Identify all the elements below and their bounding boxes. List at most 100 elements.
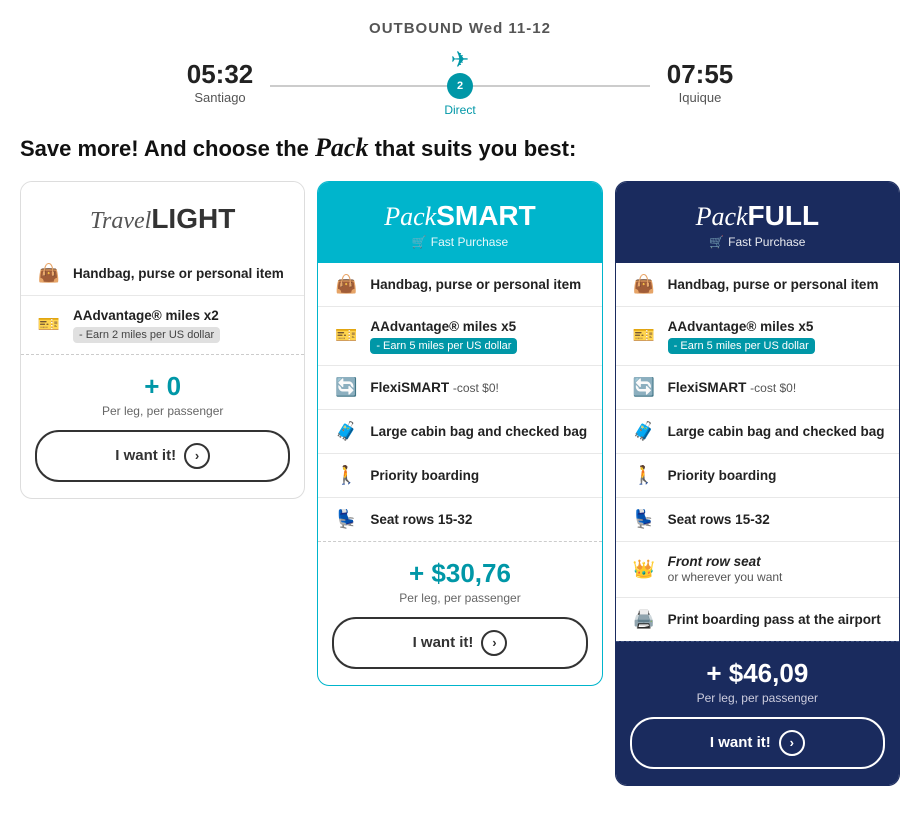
feature-flexi-smart: 🔄 FlexiSMART -cost $0! bbox=[318, 366, 601, 410]
feature-seat-full: 💺 Seat rows 15-32 bbox=[616, 498, 899, 542]
card-full-title: PackFULL bbox=[696, 200, 820, 232]
bag-text-smart: Large cabin bag and checked bag bbox=[370, 423, 587, 441]
headline-part1: Save more! And choose the bbox=[20, 136, 315, 161]
priority-text-smart: Priority boarding bbox=[370, 467, 479, 485]
card-light-footer: + 0 Per leg, per passenger I want it! › bbox=[21, 354, 304, 498]
boardingpass-text-full: Print boarding pass at the airport bbox=[668, 611, 881, 629]
miles-icon-smart: 🎫 bbox=[332, 325, 360, 346]
flight-header: OUTBOUND Wed 11-12 05:32 Santiago ✈ 2 Di… bbox=[20, 20, 900, 117]
per-leg-full: Per leg, per passenger bbox=[630, 691, 885, 705]
fast-purchase-label-full: Fast Purchase bbox=[728, 235, 805, 249]
want-btn-light-arrow: › bbox=[184, 443, 210, 469]
frontrow-icon-full: 👑 bbox=[630, 559, 658, 580]
departure-time: 05:32 bbox=[180, 59, 260, 90]
want-btn-smart-arrow: › bbox=[481, 630, 507, 656]
card-full-features: 👜 Handbag, purse or personal item 🎫 AAdv… bbox=[616, 263, 899, 641]
departure-city: Santiago bbox=[180, 90, 260, 105]
headline-pack-word: Pack bbox=[315, 133, 368, 162]
boardingpass-icon-full: 🖨️ bbox=[630, 609, 658, 630]
flexi-icon-full: 🔄 bbox=[630, 377, 658, 398]
arrival-city: Iquique bbox=[660, 90, 740, 105]
per-leg-smart: Per leg, per passenger bbox=[332, 591, 587, 605]
bag-text-full: Large cabin bag and checked bag bbox=[668, 423, 885, 441]
handbag-text-full: Handbag, purse or personal item bbox=[668, 276, 879, 294]
priority-icon-full: 🚶 bbox=[630, 465, 658, 486]
feature-miles-smart: 🎫 AAdvantage® miles x5 - Earn 5 miles pe… bbox=[318, 307, 601, 366]
handbag-text-smart: Handbag, purse or personal item bbox=[370, 276, 581, 294]
feature-boardingpass-full: 🖨️ Print boarding pass at the airport bbox=[616, 598, 899, 641]
route-line: 2 bbox=[270, 85, 650, 87]
feature-bag-smart: 🧳 Large cabin bag and checked bag bbox=[318, 410, 601, 454]
frontrow-text-full: Front row seator wherever you want bbox=[668, 553, 783, 586]
want-btn-full[interactable]: I want it! › bbox=[630, 717, 885, 769]
headline-part2: that suits you best: bbox=[368, 136, 576, 161]
feature-handbag-smart: 👜 Handbag, purse or personal item bbox=[318, 263, 601, 307]
price-smart: + $30,76 bbox=[332, 558, 587, 589]
handbag-icon-full: 👜 bbox=[630, 274, 658, 295]
headline: Save more! And choose the Pack that suit… bbox=[20, 133, 900, 163]
feature-handbag-light: 👜 Handbag, purse or personal item bbox=[21, 252, 304, 296]
card-light: TravelLIGHT 👜 Handbag, purse or personal… bbox=[20, 181, 305, 499]
arrival-block: 07:55 Iquique bbox=[660, 59, 740, 105]
feature-bag-full: 🧳 Large cabin bag and checked bag bbox=[616, 410, 899, 454]
pack-smart-bold: SMART bbox=[436, 200, 536, 231]
miles-badge-light: - Earn 2 miles per US dollar bbox=[73, 327, 220, 343]
departure-block: 05:32 Santiago bbox=[180, 59, 260, 105]
bag-icon-full: 🧳 bbox=[630, 421, 658, 442]
card-full-footer: + $46,09 Per leg, per passenger I want i… bbox=[616, 641, 899, 785]
feature-handbag-full: 👜 Handbag, purse or personal item bbox=[616, 263, 899, 307]
seat-icon-full: 💺 bbox=[630, 509, 658, 530]
price-full: + $46,09 bbox=[630, 658, 885, 689]
feature-seat-smart: 💺 Seat rows 15-32 bbox=[318, 498, 601, 541]
direct-label: Direct bbox=[444, 103, 475, 117]
fast-purchase-smart: 🛒 Fast Purchase bbox=[412, 235, 508, 249]
card-smart-title: PackSMART bbox=[384, 200, 536, 232]
card-full-header: PackFULL 🛒 Fast Purchase bbox=[616, 182, 899, 263]
feature-miles-light: 🎫 AAdvantage® miles x2 - Earn 2 miles pe… bbox=[21, 296, 304, 354]
feature-priority-smart: 🚶 Priority boarding bbox=[318, 454, 601, 498]
miles-badge-smart: - Earn 5 miles per US dollar bbox=[370, 338, 517, 354]
card-smart-features: 👜 Handbag, purse or personal item 🎫 AAdv… bbox=[318, 263, 601, 541]
miles-badge-full: - Earn 5 miles per US dollar bbox=[668, 338, 815, 354]
miles-icon-light: 🎫 bbox=[35, 314, 63, 335]
seat-text-full: Seat rows 15-32 bbox=[668, 511, 770, 529]
miles-icon-full: 🎫 bbox=[630, 325, 658, 346]
want-btn-light[interactable]: I want it! › bbox=[35, 430, 290, 482]
pack-smart-italic: Pack bbox=[384, 202, 436, 231]
handbag-icon: 👜 bbox=[35, 263, 63, 284]
miles-text-full: AAdvantage® miles x5 - Earn 5 miles per … bbox=[668, 318, 815, 354]
miles-text-smart: AAdvantage® miles x5 - Earn 5 miles per … bbox=[370, 318, 517, 354]
per-leg-light: Per leg, per passenger bbox=[35, 404, 290, 418]
feature-frontrow-full: 👑 Front row seator wherever you want bbox=[616, 542, 899, 598]
flexi-icon-smart: 🔄 bbox=[332, 377, 360, 398]
seat-icon-smart: 💺 bbox=[332, 509, 360, 530]
bag-icon-smart: 🧳 bbox=[332, 421, 360, 442]
pack-full-italic: Pack bbox=[696, 202, 748, 231]
priority-text-full: Priority boarding bbox=[668, 467, 777, 485]
want-btn-full-label: I want it! bbox=[710, 734, 771, 751]
handbag-text: Handbag, purse or personal item bbox=[73, 265, 284, 283]
card-full: PackFULL 🛒 Fast Purchase 👜 Handbag, purs… bbox=[615, 181, 900, 786]
fast-purchase-label-smart: Fast Purchase bbox=[431, 235, 508, 249]
pack-full-bold: FULL bbox=[748, 200, 820, 231]
card-light-features: 👜 Handbag, purse or personal item 🎫 AAdv… bbox=[21, 252, 304, 354]
feature-miles-full: 🎫 AAdvantage® miles x5 - Earn 5 miles pe… bbox=[616, 307, 899, 366]
want-btn-smart-label: I want it! bbox=[413, 634, 474, 651]
feature-flexi-full: 🔄 FlexiSMART -cost $0! bbox=[616, 366, 899, 410]
card-light-header: TravelLIGHT bbox=[21, 182, 304, 252]
want-btn-smart[interactable]: I want it! › bbox=[332, 617, 587, 669]
fast-purchase-full: 🛒 Fast Purchase bbox=[709, 235, 805, 249]
card-light-title: TravelLIGHT bbox=[90, 203, 235, 235]
miles-text-light: AAdvantage® miles x2 - Earn 2 miles per … bbox=[73, 307, 220, 343]
outbound-label: OUTBOUND Wed 11-12 bbox=[20, 20, 900, 37]
card-smart-header: PackSMART 🛒 Fast Purchase bbox=[318, 182, 601, 263]
stop-count: 2 bbox=[447, 73, 473, 99]
flexi-text-full: FlexiSMART -cost $0! bbox=[668, 379, 797, 397]
card-smart-footer: + $30,76 Per leg, per passenger I want i… bbox=[318, 541, 601, 685]
plane-icon: ✈ bbox=[451, 47, 469, 73]
want-btn-full-arrow: › bbox=[779, 730, 805, 756]
route-middle: ✈ 2 Direct bbox=[260, 47, 660, 117]
cards-container: TravelLIGHT 👜 Handbag, purse or personal… bbox=[20, 181, 900, 786]
feature-priority-full: 🚶 Priority boarding bbox=[616, 454, 899, 498]
card-smart: PackSMART 🛒 Fast Purchase 👜 Handbag, pur… bbox=[317, 181, 602, 686]
